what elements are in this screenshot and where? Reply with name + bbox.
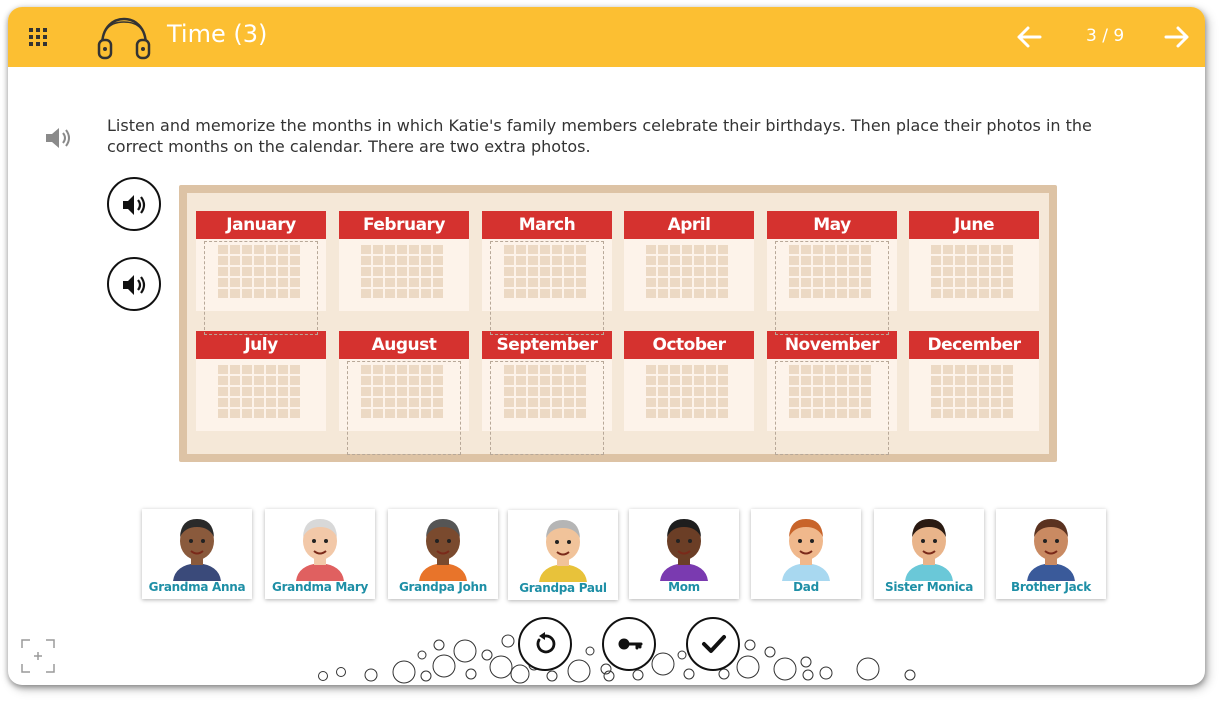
answer-key-button[interactable] — [602, 617, 656, 671]
reset-icon — [536, 632, 556, 654]
portrait-icon — [419, 519, 467, 581]
month-december: December — [909, 331, 1039, 431]
day-grid — [218, 365, 304, 425]
month-days — [624, 359, 754, 431]
month-label: September — [482, 331, 612, 359]
portrait-icon — [782, 519, 830, 581]
month-label: November — [767, 331, 897, 359]
photo-card-dad[interactable]: Dad — [751, 509, 861, 599]
month-label: April — [624, 211, 754, 239]
photo-card-grandpa-paul[interactable]: Grandpa Paul — [508, 510, 618, 600]
drop-zone-november[interactable] — [775, 361, 889, 455]
arrow-left-icon[interactable] — [1013, 21, 1045, 53]
day-grid — [931, 245, 1017, 305]
photo-card-grandma-anna[interactable]: Grandma Anna — [142, 509, 252, 599]
month-days — [909, 359, 1039, 431]
photo-card-mom[interactable]: Mom — [629, 509, 739, 599]
month-label: August — [339, 331, 469, 359]
month-label: October — [624, 331, 754, 359]
speaker-icon — [123, 195, 146, 215]
month-label: January — [196, 211, 326, 239]
check-button[interactable] — [686, 617, 740, 671]
day-grid — [646, 245, 732, 305]
month-label: February — [339, 211, 469, 239]
month-february: February — [339, 211, 469, 311]
grid-menu-icon[interactable] — [28, 27, 48, 47]
month-april: April — [624, 211, 754, 311]
day-grid — [361, 245, 447, 305]
photo-card-brother-jack[interactable]: Brother Jack — [996, 509, 1106, 599]
header-bar: Time (3) 3 / 9 — [8, 7, 1205, 67]
month-june: June — [909, 211, 1039, 311]
photo-card-grandpa-john[interactable]: Grandpa John — [388, 509, 498, 599]
portrait-icon — [539, 520, 587, 582]
photo-label: Sister Monica — [884, 580, 974, 594]
audio-play-button-1[interactable] — [107, 177, 161, 231]
speaker-icon[interactable] — [43, 124, 73, 152]
page-counter: 3 / 9 — [1086, 26, 1125, 46]
arrow-right-icon[interactable] — [1161, 21, 1193, 53]
drop-zone-september[interactable] — [490, 361, 604, 455]
portrait-icon — [905, 519, 953, 581]
month-label: March — [482, 211, 612, 239]
calendar-inner: January February March April May June July Augu… — [187, 193, 1049, 455]
photo-card-sister-monica[interactable]: Sister Monica — [874, 509, 984, 599]
instruction-text: Listen and memorize the months in which … — [107, 116, 1092, 156]
check-icon — [702, 635, 726, 653]
portrait-icon — [1027, 519, 1075, 581]
portrait-icon — [173, 519, 221, 581]
day-grid — [646, 365, 732, 425]
fullscreen-icon[interactable] — [21, 639, 55, 673]
drop-zone-march[interactable] — [490, 241, 604, 335]
answer-key-icon — [618, 638, 643, 650]
month-days — [909, 239, 1039, 311]
exercise-card: Time (3) 3 / 9 Listen and memorize the m… — [8, 7, 1205, 685]
photo-label: Grandpa John — [398, 580, 488, 594]
calendar-board: January February March April May June July Augu… — [179, 185, 1057, 462]
reset-button[interactable] — [518, 617, 572, 671]
photo-card-grandma-mary[interactable]: Grandma Mary — [265, 509, 375, 599]
month-label: December — [909, 331, 1039, 359]
speaker-icon — [123, 275, 146, 295]
photo-label: Grandma Mary — [272, 580, 368, 594]
photo-label: Brother Jack — [1011, 580, 1091, 594]
drop-zone-may[interactable] — [775, 241, 889, 335]
portrait-icon — [660, 519, 708, 581]
month-days — [339, 239, 469, 311]
month-july: July — [196, 331, 326, 431]
month-days — [624, 239, 754, 311]
headphones-icon — [97, 17, 151, 60]
month-days — [196, 359, 326, 431]
drop-zone-august[interactable] — [347, 361, 461, 455]
audio-play-button-2[interactable] — [107, 257, 161, 311]
month-label: July — [196, 331, 326, 359]
photo-label: Grandpa Paul — [519, 581, 607, 595]
photo-label: Dad — [793, 580, 819, 594]
month-label: June — [909, 211, 1039, 239]
portrait-icon — [296, 519, 344, 581]
drop-zone-january[interactable] — [204, 241, 318, 335]
photo-label: Grandma Anna — [148, 580, 246, 594]
month-october: October — [624, 331, 754, 431]
photo-label: Mom — [668, 580, 700, 594]
day-grid — [931, 365, 1017, 425]
month-label: May — [767, 211, 897, 239]
page-title: Time (3) — [167, 20, 268, 48]
